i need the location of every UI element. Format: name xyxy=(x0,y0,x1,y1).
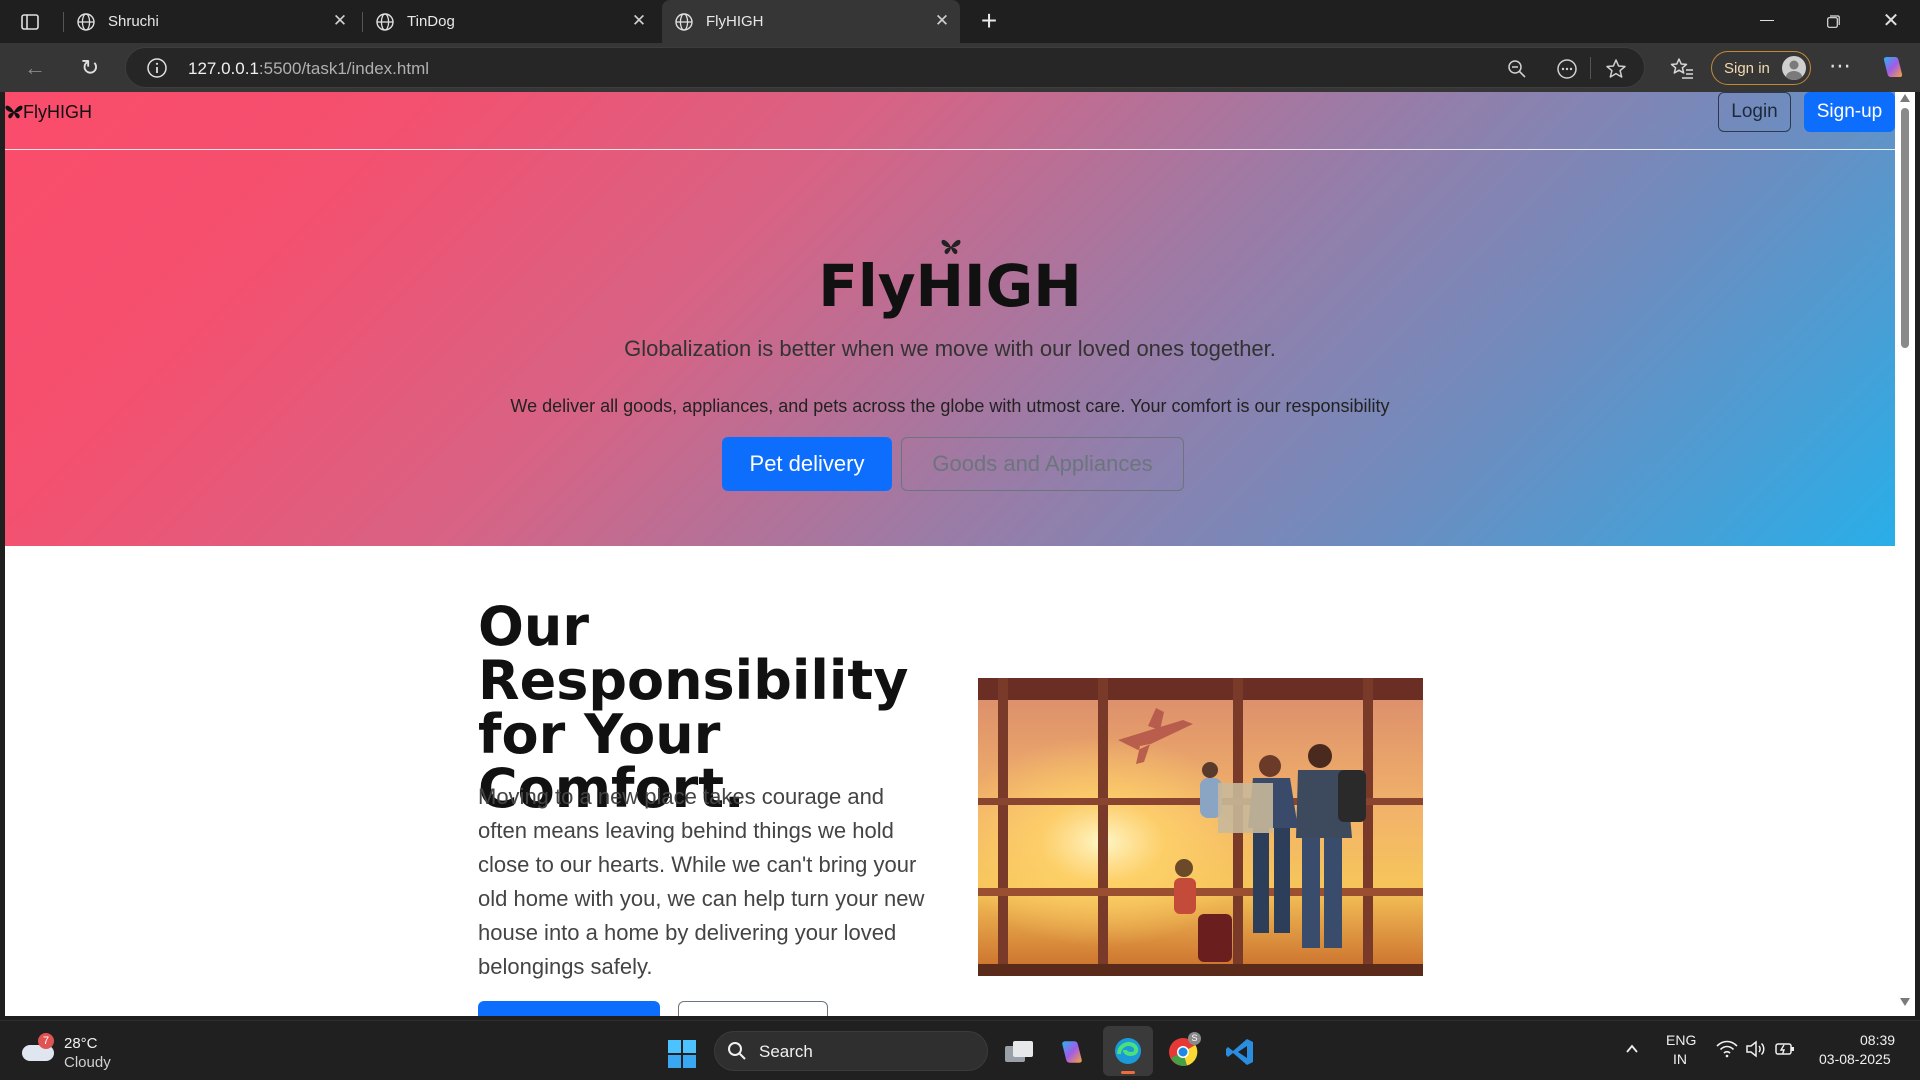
goods-appliances-button[interactable]: Goods and Appliances xyxy=(901,437,1184,491)
search-label: Search xyxy=(759,1042,813,1061)
section-primary-button[interactable] xyxy=(478,1001,660,1016)
chevron-up-icon[interactable] xyxy=(1624,1041,1640,1057)
language-top[interactable]: ENG xyxy=(1666,1032,1696,1048)
hero-section: FlyHIGH Login Sign-up FlyHIGH Globalizat… xyxy=(5,92,1895,546)
hero-subtitle: Globalization is better when we move wit… xyxy=(624,336,1276,361)
pet-delivery-button[interactable]: Pet delivery xyxy=(722,437,892,491)
avatar-icon xyxy=(1782,56,1806,80)
taskbar-search[interactable]: Search xyxy=(714,1031,988,1071)
copilot-icon[interactable] xyxy=(1879,53,1907,81)
globe-icon xyxy=(675,12,693,31)
page-scrollbar[interactable] xyxy=(1895,92,1915,1016)
more-options-icon[interactable]: ⋯ xyxy=(1826,53,1854,81)
weather-widget[interactable]: 7 28°C Cloudy xyxy=(20,1029,140,1073)
browser-tab-bar: Shruchi ✕ TinDog ✕ FlyHIGH ✕ + ✕ xyxy=(0,0,1920,43)
url-text: 127.0.0.1:5500/task1/index.html xyxy=(188,59,429,79)
search-icon xyxy=(727,1041,747,1061)
edge-app-icon[interactable] xyxy=(1103,1026,1153,1076)
tab-flyhigh[interactable]: FlyHIGH ✕ xyxy=(662,0,960,43)
vscode-app-icon[interactable] xyxy=(1224,1036,1256,1068)
close-window-icon[interactable]: ✕ xyxy=(1881,9,1901,33)
windows-start-icon[interactable] xyxy=(667,1039,697,1069)
volume-icon[interactable] xyxy=(1745,1040,1765,1058)
weather-desc: Cloudy xyxy=(64,1054,111,1071)
site-navbar: FlyHIGH Login Sign-up xyxy=(5,92,1895,150)
url-host: 127.0.0.1 xyxy=(188,59,259,78)
clock-time[interactable]: 08:39 xyxy=(1860,1032,1895,1048)
url-path: :5500/task1/index.html xyxy=(258,59,430,78)
chrome-app-icon[interactable]: S xyxy=(1167,1032,1201,1068)
section-text: Moving to a new place takes courage and … xyxy=(478,784,925,979)
copilot-app-icon[interactable] xyxy=(1057,1037,1087,1067)
close-tab-icon[interactable]: ✕ xyxy=(932,11,952,31)
restore-icon[interactable] xyxy=(1827,15,1840,28)
scroll-thumb[interactable] xyxy=(1901,108,1909,348)
back-icon[interactable]: ← xyxy=(20,53,50,83)
browser-essentials-icon[interactable] xyxy=(1556,58,1578,80)
tab-actions-icon[interactable] xyxy=(19,11,41,33)
family-airport-image xyxy=(978,678,1423,976)
weather-badge: 7 xyxy=(38,1033,54,1049)
site-info-icon[interactable] xyxy=(146,57,168,79)
sign-in-button[interactable]: Sign in xyxy=(1711,51,1811,85)
language-bottom: IN xyxy=(1673,1051,1687,1067)
hero-title: FlyHIGH xyxy=(818,252,1082,320)
address-bar[interactable]: 127.0.0.1:5500/task1/index.html xyxy=(125,47,1645,88)
login-button[interactable]: Login xyxy=(1718,92,1791,132)
sign-in-label: Sign in xyxy=(1724,60,1770,77)
brand-name: FlyHIGH xyxy=(23,101,92,122)
hero-description: We deliver all goods, appliances, and pe… xyxy=(510,396,1390,416)
scroll-down-icon[interactable] xyxy=(1900,998,1910,1006)
favorite-star-icon[interactable] xyxy=(1604,57,1628,81)
clock-date: 03-08-2025 xyxy=(1819,1051,1891,1067)
close-tab-icon[interactable]: ✕ xyxy=(629,11,649,31)
windows-taskbar: 7 28°C Cloudy Search S ENG IN 08:39 03-0… xyxy=(0,1020,1920,1080)
butterfly-icon xyxy=(5,105,23,119)
reload-icon[interactable]: ↻ xyxy=(75,53,105,83)
scroll-up-icon[interactable] xyxy=(1900,94,1910,102)
task-view-icon[interactable] xyxy=(1003,1038,1035,1066)
weather-temp: 28°C xyxy=(64,1035,98,1052)
tab-title: Shruchi xyxy=(108,13,159,30)
tab-shruchi[interactable]: Shruchi ✕ xyxy=(64,0,358,43)
battery-icon[interactable] xyxy=(1774,1040,1796,1058)
tab-tindog[interactable]: TinDog ✕ xyxy=(363,0,657,43)
brand[interactable]: FlyHIGH xyxy=(5,100,92,124)
wifi-icon[interactable] xyxy=(1716,1040,1738,1058)
zoom-icon[interactable] xyxy=(1506,58,1528,80)
minimize-icon[interactable] xyxy=(1760,20,1774,21)
section-secondary-button[interactable] xyxy=(678,1001,828,1016)
new-tab-icon[interactable]: + xyxy=(976,6,1002,36)
tab-title: FlyHIGH xyxy=(706,13,764,30)
page-viewport: FlyHIGH Login Sign-up FlyHIGH Globalizat… xyxy=(5,92,1895,1016)
globe-icon xyxy=(376,12,394,31)
signup-button[interactable]: Sign-up xyxy=(1804,92,1895,132)
tab-title: TinDog xyxy=(407,13,455,30)
browser-toolbar: ← ↻ 127.0.0.1:5500/task1/index.html Sign… xyxy=(0,43,1920,92)
favorites-icon[interactable] xyxy=(1669,55,1695,81)
globe-icon xyxy=(77,12,95,31)
close-tab-icon[interactable]: ✕ xyxy=(330,11,350,31)
